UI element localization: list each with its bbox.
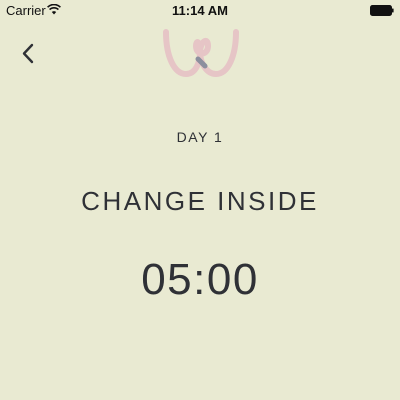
brand-logo <box>163 29 239 77</box>
chevron-left-icon <box>22 43 34 64</box>
status-time: 11:14 AM <box>172 3 228 18</box>
step-title: CHANGE INSIDE <box>81 186 319 216</box>
battery-icon <box>370 5 394 16</box>
status-bar: Carrier 11:14 AM <box>0 0 400 20</box>
countdown-timer: 05:00 <box>141 255 259 304</box>
back-button[interactable] <box>14 38 46 70</box>
day-label: DAY 1 <box>176 129 224 145</box>
